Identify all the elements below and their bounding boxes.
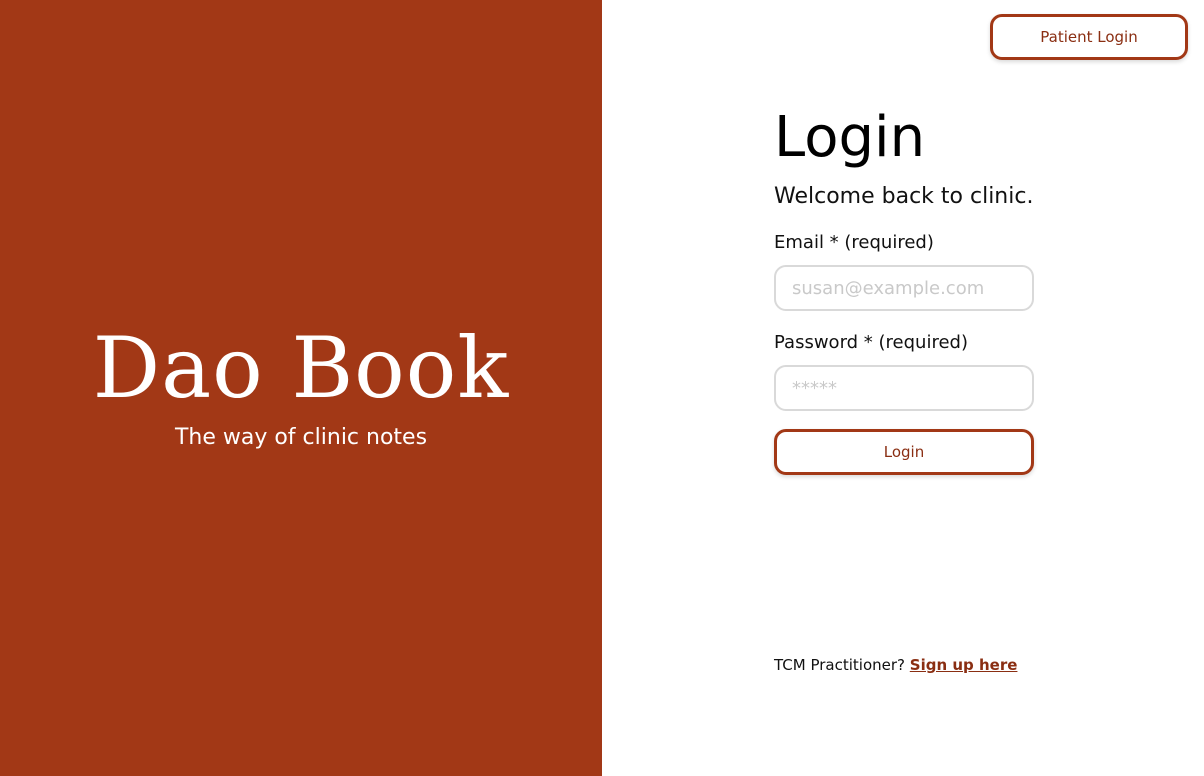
- signup-link[interactable]: Sign up here: [910, 656, 1018, 674]
- password-label: Password * (required): [774, 332, 968, 353]
- page-subtitle: Welcome back to clinic.: [774, 184, 1034, 209]
- page-title: Login: [774, 105, 926, 170]
- email-label: Email * (required): [774, 232, 934, 253]
- brand-panel: Dao Book The way of clinic notes: [0, 0, 602, 776]
- password-field[interactable]: [774, 365, 1034, 411]
- brand-block: Dao Book The way of clinic notes: [0, 318, 602, 452]
- brand-tagline: The way of clinic notes: [174, 425, 428, 450]
- brand-title: Dao Book: [92, 319, 510, 417]
- signup-prompt: TCM Practitioner? Sign up here: [774, 654, 1017, 676]
- login-button[interactable]: Login: [774, 429, 1034, 475]
- patient-login-button[interactable]: Patient Login: [990, 14, 1188, 60]
- email-field[interactable]: [774, 265, 1034, 311]
- signup-prompt-text: TCM Practitioner?: [774, 656, 905, 674]
